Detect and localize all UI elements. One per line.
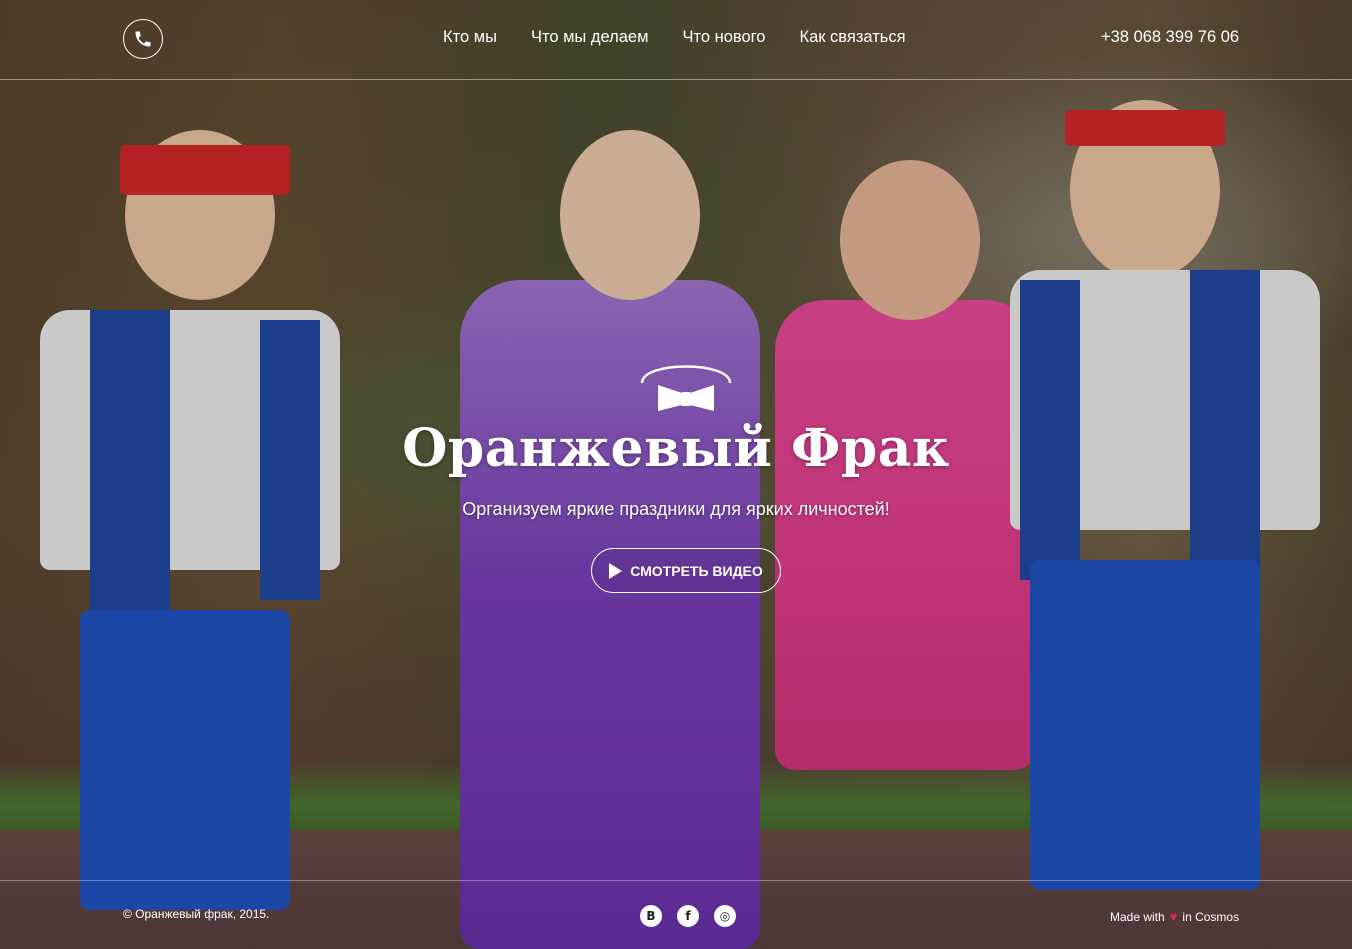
vk-icon[interactable]: B xyxy=(640,905,662,927)
main-nav: Кто мы Что мы делаем Что нового Как связ… xyxy=(443,28,906,47)
site-header: Кто мы Что мы делаем Что нового Как связ… xyxy=(0,0,1352,80)
social-links: B f ◎ xyxy=(640,905,736,927)
site-title: Оранжевый Фрак xyxy=(402,418,950,479)
heart-icon: ♥ xyxy=(1169,909,1178,924)
copyright-text: © Оранжевый фрак, 2015. xyxy=(123,907,270,921)
made-with-suffix[interactable]: in Cosmos xyxy=(1182,910,1239,924)
made-with-prefix: Made with xyxy=(1110,909,1165,924)
made-with-credit: Made with ♥ in Cosmos xyxy=(1110,909,1239,924)
phone-number[interactable]: +38 068 399 76 06 xyxy=(1101,28,1239,47)
bow-tie-icon xyxy=(636,355,736,415)
phone-icon[interactable] xyxy=(123,19,163,59)
play-icon xyxy=(609,562,623,579)
facebook-icon[interactable]: f xyxy=(677,905,699,927)
nav-item-what-we-do[interactable]: Что мы делаем xyxy=(531,28,649,47)
instagram-icon[interactable]: ◎ xyxy=(714,905,736,927)
nav-item-who-we-are[interactable]: Кто мы xyxy=(443,28,497,47)
nav-item-whats-new[interactable]: Что нового xyxy=(682,28,765,47)
site-tagline: Организуем яркие праздники для ярких лич… xyxy=(462,499,890,519)
nav-item-contact[interactable]: Как связаться xyxy=(799,28,905,47)
watch-video-button[interactable]: СМОТРЕТЬ ВИДЕО xyxy=(591,548,781,593)
footer-divider xyxy=(0,880,1352,881)
watch-video-label: СМОТРЕТЬ ВИДЕО xyxy=(630,562,763,579)
